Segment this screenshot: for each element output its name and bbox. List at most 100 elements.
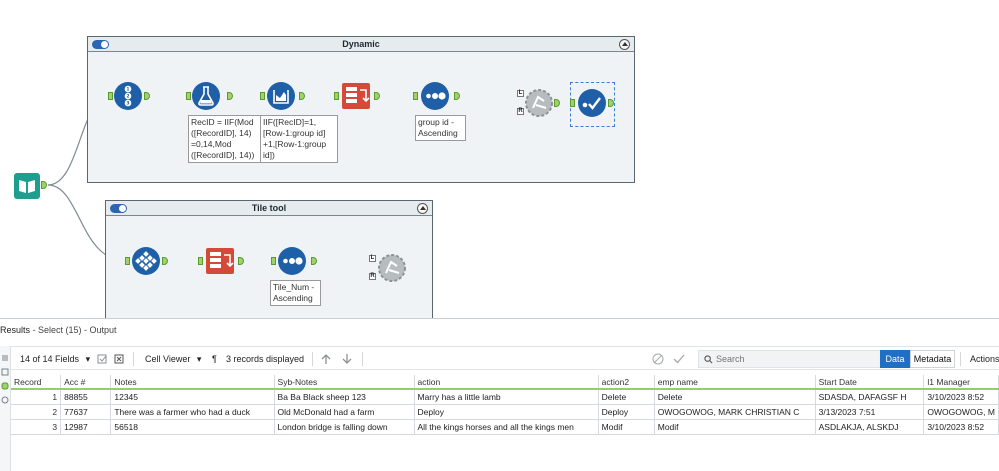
collapse-button[interactable] [619, 39, 630, 50]
table-cell[interactable]: London bridge is falling down [274, 419, 415, 435]
metadata-view-button[interactable]: Metadata [910, 350, 955, 368]
column-header[interactable]: action2 [598, 375, 655, 390]
container-tile-header[interactable]: Tile tool [106, 201, 432, 216]
cross-tab-tool[interactable] [341, 82, 371, 110]
cell-viewer-dropdown[interactable]: Cell Viewer ▾ [145, 354, 201, 365]
table-cell[interactable]: Modif [654, 419, 816, 435]
sort-tool[interactable] [420, 81, 450, 111]
pilcrow-icon[interactable]: ¶ [212, 354, 217, 364]
clear-x-icon[interactable] [114, 354, 124, 364]
collapse-button[interactable] [417, 203, 428, 214]
formula-flask-icon [192, 82, 220, 110]
table-cell[interactable]: 3 [11, 419, 62, 435]
select-tool[interactable] [577, 88, 607, 118]
fields-selector[interactable]: 14 of 14 Fields ▾ [20, 354, 90, 365]
output-anchor-icon[interactable] [1, 382, 9, 390]
table-cell[interactable]: Deploy [598, 404, 655, 420]
search-input[interactable] [716, 353, 876, 365]
join-tool[interactable] [524, 88, 554, 118]
results-table: Record Acc # Notes Syb-Notes action acti… [11, 375, 999, 435]
table-cell[interactable]: 2 [11, 404, 62, 420]
column-header[interactable]: Notes [110, 375, 275, 390]
cross-tab-tool-2[interactable] [205, 247, 235, 275]
svg-text:2: 2 [126, 94, 129, 100]
table-cell[interactable]: Marry has a little lamb [414, 389, 599, 405]
table-cell[interactable]: 77637 [60, 404, 112, 420]
workflow-canvas[interactable]: Dynamic 1 2 3 RecID = IIF(Mod ([RecordID… [0, 0, 999, 318]
table-cell[interactable]: 12345 [110, 389, 275, 405]
sort2-input-anchor[interactable] [271, 257, 276, 265]
sort-tool-2[interactable] [277, 246, 307, 276]
table-header-row: Record Acc # Notes Syb-Notes action acti… [11, 375, 999, 390]
info-icon[interactable] [1, 396, 9, 404]
crosstab-input-anchor[interactable] [334, 92, 339, 100]
table-cell[interactable]: Old McDonald had a farm [274, 404, 415, 420]
table-cell[interactable]: OWOGOWOG, M [923, 404, 999, 420]
toolbar-divider [312, 352, 313, 366]
join2-right-anchor[interactable]: R [369, 273, 376, 280]
multi-row-formula-tool[interactable] [266, 81, 296, 111]
column-header[interactable]: l1 Manager [923, 375, 999, 390]
table-cell[interactable]: 3/10/2023 8:52 [923, 389, 999, 405]
column-header[interactable]: action [414, 375, 599, 390]
join-left-anchor[interactable]: L [517, 90, 524, 97]
container-title: Tile tool [251, 203, 287, 213]
table-cell[interactable]: 3/13/2023 7:51 [815, 404, 925, 420]
arrow-up-icon[interactable] [320, 353, 332, 365]
table-row[interactable]: 2 77637 There was a farmer who had a duc… [11, 404, 999, 420]
record-id-tool[interactable]: 1 2 3 [113, 81, 143, 111]
table-cell[interactable]: 12987 [60, 419, 112, 435]
actions-button[interactable]: Actions [970, 354, 999, 364]
table-cell[interactable]: 1 [11, 389, 62, 405]
table-cell[interactable]: Deploy [414, 404, 599, 420]
crosstab2-input-anchor[interactable] [198, 257, 203, 265]
table-cell[interactable]: Delete [598, 389, 655, 405]
join-gear-icon [378, 254, 406, 282]
chevron-down-icon: ▾ [196, 354, 202, 364]
table-row[interactable]: 3 12987 56518 London bridge is falling d… [11, 419, 999, 435]
edit-check-icon[interactable] [97, 354, 107, 364]
table-cell[interactable]: ASDLAKJA, ALSKDJ [815, 419, 925, 435]
column-header[interactable]: Record [11, 375, 62, 390]
table-cell[interactable]: Modif [598, 419, 655, 435]
table-cell[interactable]: There was a farmer who had a duck [110, 404, 275, 420]
table-cell[interactable]: SDASDA, DAFAGSF H [815, 389, 925, 405]
table-cell[interactable]: Ba Ba Black sheep 123 [274, 389, 415, 405]
column-header[interactable]: emp name [654, 375, 816, 390]
multirow-annotation: IIF([RecID]=1, [Row-1:group id] +1,[Row-… [260, 115, 338, 163]
fields-selector-label: 14 of 14 Fields [20, 354, 80, 364]
list-icon[interactable] [1, 354, 9, 362]
select-input-anchor[interactable] [570, 99, 575, 107]
table-cell[interactable]: All the kings horses and all the kings m… [414, 419, 599, 435]
toolbar-divider [133, 352, 134, 366]
table-row[interactable]: 1 88855 12345 Ba Ba Black sheep 123 Marr… [11, 389, 999, 405]
table-cell[interactable]: 3/10/2023 8:52 [923, 419, 999, 435]
table-cell[interactable]: OWOGOWOG, MARK CHRISTIAN C [654, 404, 816, 420]
table-icon[interactable] [1, 368, 9, 376]
input-data-tool[interactable] [13, 172, 41, 200]
column-header[interactable]: Start Date [815, 375, 925, 390]
join2-left-anchor[interactable]: L [369, 255, 376, 262]
container-dynamic-header[interactable]: Dynamic [88, 37, 634, 52]
multirow-input-anchor[interactable] [260, 92, 265, 100]
table-cell[interactable]: 56518 [110, 419, 275, 435]
tile-tool[interactable] [131, 246, 161, 276]
search-box[interactable] [698, 350, 882, 368]
search-icon [704, 355, 713, 364]
results-title: Results - Select (15) - Output [0, 325, 117, 335]
tile-icon [132, 247, 160, 275]
results-label: Results [0, 325, 31, 335]
data-view-button[interactable]: Data [880, 350, 910, 368]
table-cell[interactable]: Delete [654, 389, 816, 405]
formula-tool[interactable] [191, 81, 221, 111]
column-header[interactable]: Acc # [60, 375, 112, 390]
tile-input-anchor[interactable] [125, 257, 130, 265]
column-header[interactable]: Syb-Notes [274, 375, 415, 390]
join-right-anchor[interactable]: R [517, 108, 524, 115]
table-cell[interactable]: 88855 [60, 389, 112, 405]
arrow-down-icon[interactable] [341, 353, 353, 365]
sort-input-anchor[interactable] [413, 92, 418, 100]
cancel-circle-icon[interactable] [652, 353, 664, 365]
join-tool-2[interactable] [377, 253, 407, 283]
apply-check-icon[interactable] [673, 353, 685, 365]
